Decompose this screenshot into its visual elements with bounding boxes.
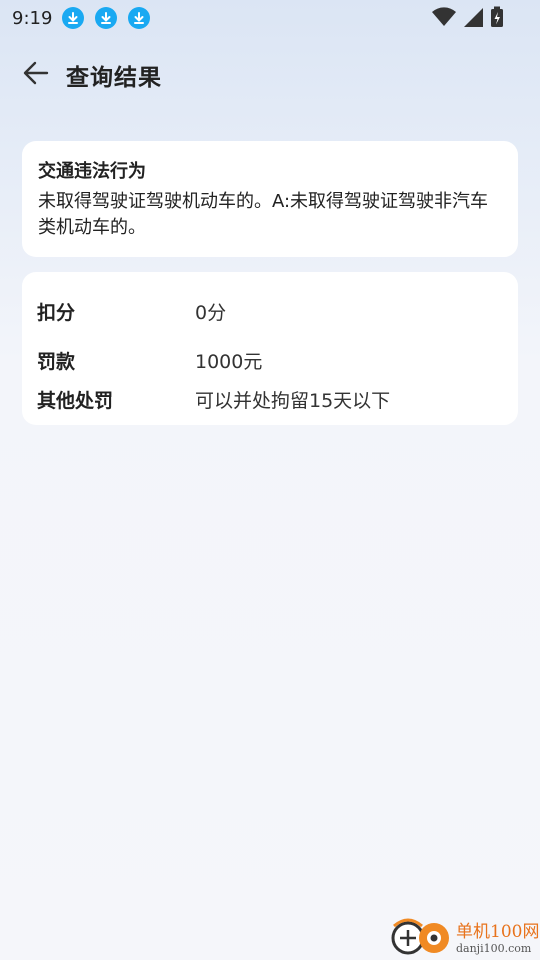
points-value: 0分 [195,302,227,324]
penalty-row-points: 扣分 0分 [37,298,226,325]
arrow-left-icon [23,60,49,90]
violation-heading: 交通违法行为 [38,161,146,182]
battery-charging-icon [490,6,504,32]
points-label: 扣分 [37,302,76,324]
watermark-url: danji100.com [456,941,532,955]
penalty-row-fine: 罚款 1000元 [37,347,262,374]
fine-value: 1000元 [195,351,263,373]
app-bar: 查询结果 [0,48,540,102]
watermark-logo-icon [390,916,452,960]
download-icon [62,7,85,29]
status-time: 9:19 [12,7,53,29]
cellular-signal-icon [462,6,484,32]
penalty-card: 扣分 0分 罚款 1000元 其他处罚 可以并处拘留15天以下 [22,272,518,425]
other-penalty-label: 其他处罚 [37,390,114,412]
download-icon [128,7,151,29]
wifi-icon [432,6,456,32]
violation-description: 未取得驾驶证驾驶机动车的。A:未取得驾驶证驾驶非汽车类机动车的。 [38,191,489,238]
violation-card: 交通违法行为 未取得驾驶证驾驶机动车的。A:未取得驾驶证驾驶非汽车类机动车的。 [22,141,518,257]
status-bar: 9:19 [0,0,540,36]
back-button[interactable] [14,53,58,97]
other-penalty-value: 可以并处拘留15天以下 [195,390,391,412]
watermark-name: 单机100网 [456,921,540,942]
page-title: 查询结果 [66,65,162,91]
fine-label: 罚款 [37,351,76,373]
download-icon [95,7,118,29]
penalty-row-other: 其他处罚 可以并处拘留15天以下 [37,386,390,413]
watermark: 单机100网 danji100.com [390,916,540,960]
